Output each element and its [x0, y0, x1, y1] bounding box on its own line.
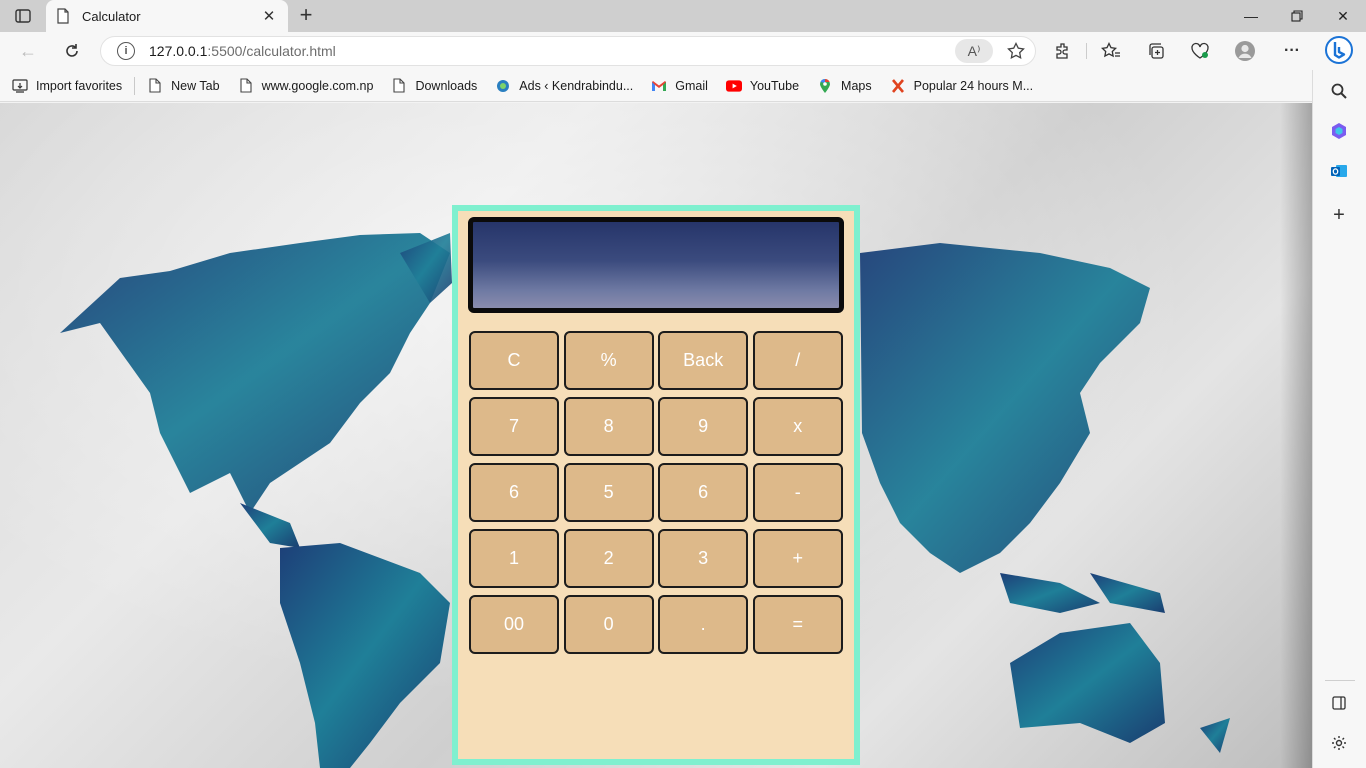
bookmark-popular-24-hours[interactable]: Popular 24 hours M...: [890, 78, 1034, 94]
youtube-icon: [725, 78, 742, 94]
refresh-icon[interactable]: [58, 38, 86, 64]
key-multiply[interactable]: x: [752, 397, 843, 456]
toolbar-divider: [1086, 43, 1087, 59]
profile-avatar[interactable]: [1232, 39, 1258, 63]
maps-icon: [817, 78, 833, 94]
key-add[interactable]: +: [752, 529, 843, 588]
gmail-icon: [651, 78, 667, 94]
bookmark-maps[interactable]: Maps: [817, 78, 872, 94]
close-window-button[interactable]: ✕: [1320, 0, 1366, 32]
bookmark-label: Popular 24 hours M...: [913, 78, 1034, 93]
page-icon: [56, 8, 72, 24]
key-divide[interactable]: /: [752, 331, 843, 390]
tab-title: Calculator: [82, 8, 141, 24]
key-decimal[interactable]: .: [658, 595, 749, 654]
sidebar-divider: [1325, 680, 1355, 681]
key-9[interactable]: 9: [658, 397, 749, 456]
bookmark-gmail[interactable]: Gmail: [651, 78, 708, 94]
address-bar[interactable]: i 127.0.0.1:5500/calculator.html A⁾: [100, 36, 1036, 66]
bookmark-label: Maps: [841, 78, 872, 93]
tab-strip: Calculator ✕ + — ✕: [0, 0, 1366, 32]
address-toolbar: ← i 127.0.0.1:5500/calculator.html A⁾ ··…: [0, 32, 1366, 70]
import-icon: [12, 78, 28, 94]
bookmarks-bar: Import favorites New Tab www.google.com.…: [0, 70, 1312, 102]
hide-sidebar-icon[interactable]: [1326, 690, 1352, 716]
key-double-zero[interactable]: 00: [469, 595, 559, 654]
x-logo-icon: [890, 78, 906, 94]
tab-calculator[interactable]: Calculator ✕: [46, 0, 288, 32]
add-icon[interactable]: +: [1326, 202, 1352, 228]
key-clear[interactable]: C: [469, 331, 559, 390]
key-6[interactable]: 6: [469, 463, 559, 522]
close-tab-icon[interactable]: ✕: [260, 7, 278, 25]
calculator-display: [468, 217, 844, 313]
url-text[interactable]: 127.0.0.1:5500/calculator.html: [149, 43, 955, 59]
outlook-icon[interactable]: [1326, 158, 1352, 184]
bookmark-import-favorites[interactable]: Import favorites: [12, 78, 122, 94]
bookmark-label: New Tab: [171, 78, 220, 93]
site-info-icon[interactable]: i: [117, 42, 135, 60]
tab-actions-icon[interactable]: [10, 6, 36, 26]
key-7[interactable]: 7: [469, 397, 559, 456]
key-2[interactable]: 2: [563, 529, 654, 588]
collections-icon[interactable]: [1143, 39, 1169, 63]
restore-button[interactable]: [1274, 0, 1320, 32]
page-icon: [147, 78, 163, 94]
copilot-icon[interactable]: [1326, 118, 1352, 144]
search-icon[interactable]: [1326, 78, 1352, 104]
key-5[interactable]: 5: [563, 463, 654, 522]
site-icon: [495, 78, 511, 94]
bookmark-label: Ads ‹ Kendrabindu...: [519, 78, 634, 93]
bookmark-google[interactable]: www.google.com.np: [238, 78, 374, 94]
favorite-star-icon[interactable]: [997, 39, 1035, 63]
bookmark-ads-kendrabindu[interactable]: Ads ‹ Kendrabindu...: [495, 78, 633, 94]
bookmark-label: Gmail: [675, 78, 708, 93]
key-equals[interactable]: =: [752, 595, 843, 654]
bookmark-label: Downloads: [415, 78, 478, 93]
minimize-button[interactable]: —: [1228, 0, 1274, 32]
back-icon[interactable]: ←: [14, 38, 42, 64]
extensions-icon[interactable]: [1050, 39, 1076, 63]
bookmark-downloads[interactable]: Downloads: [391, 78, 477, 94]
performance-heart-icon[interactable]: [1187, 39, 1213, 63]
url-path: :5500/calculator.html: [207, 43, 336, 59]
bing-copilot-icon[interactable]: [1324, 35, 1354, 65]
calculator-keypad: C % Back / 7 8 9 x 6 5 6 - 1 2 3 + 00 0 …: [469, 331, 843, 654]
new-tab-button[interactable]: +: [294, 4, 318, 28]
key-0[interactable]: 0: [563, 595, 654, 654]
settings-gear-icon[interactable]: [1326, 730, 1352, 756]
page-icon: [391, 78, 407, 94]
read-aloud-icon[interactable]: A⁾: [955, 39, 993, 63]
key-8[interactable]: 8: [563, 397, 654, 456]
key-3[interactable]: 3: [658, 529, 749, 588]
bookmark-label: www.google.com.np: [261, 78, 374, 93]
bookmark-label: YouTube: [749, 78, 800, 93]
edge-sidebar: +: [1312, 70, 1366, 768]
key-1[interactable]: 1: [469, 529, 559, 588]
key-percent[interactable]: %: [563, 331, 654, 390]
favorites-icon[interactable]: [1098, 39, 1124, 63]
url-host: 127.0.0.1: [149, 43, 208, 59]
page-icon: [238, 78, 254, 94]
bookmark-separator: [134, 76, 136, 95]
bookmark-youtube[interactable]: YouTube: [725, 78, 800, 94]
key-back[interactable]: Back: [658, 331, 749, 390]
more-menu-icon[interactable]: ···: [1279, 39, 1305, 63]
key-6-right[interactable]: 6: [658, 463, 749, 522]
bookmark-label: Import favorites: [36, 78, 123, 93]
page-edge-shade: [1280, 103, 1312, 768]
calculator: C % Back / 7 8 9 x 6 5 6 - 1 2 3 + 00 0 …: [452, 205, 860, 765]
bookmark-new-tab[interactable]: New Tab: [147, 78, 220, 94]
key-subtract[interactable]: -: [752, 463, 843, 522]
